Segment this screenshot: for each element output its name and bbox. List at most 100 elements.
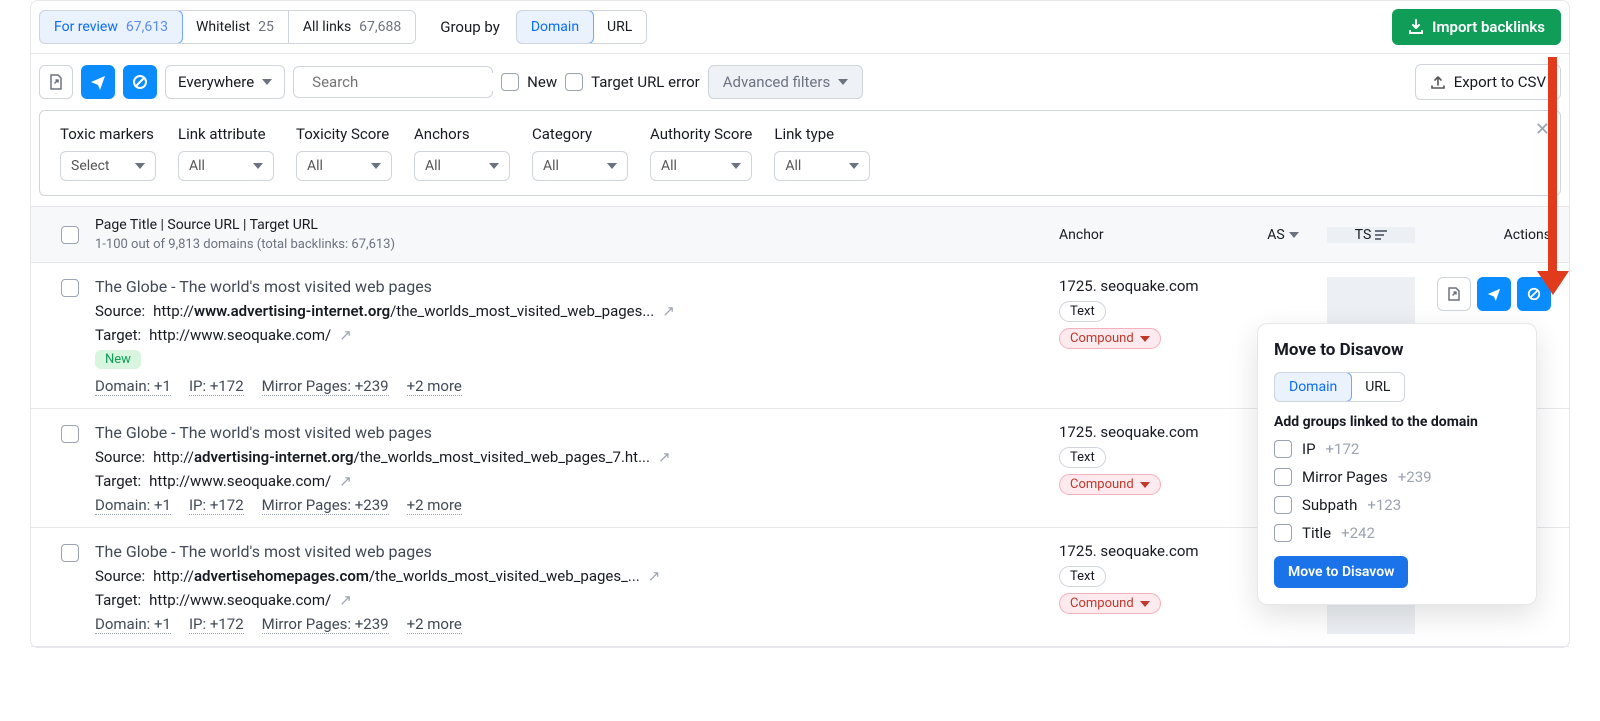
meta-item[interactable]: IP: +172 <box>189 496 244 515</box>
chevron-down-icon <box>489 163 499 169</box>
filters-panel: ✕ Toxic markersSelectLink attributeAllTo… <box>39 110 1561 196</box>
popover-option-label: IP <box>1302 440 1316 458</box>
filter-select[interactable]: All <box>650 151 752 181</box>
row-checkbox[interactable] <box>61 279 79 297</box>
filter-select[interactable]: All <box>532 151 628 181</box>
row-title: The Globe - The world's most visited web… <box>95 542 1059 561</box>
external-link-icon[interactable]: ↗ <box>662 302 675 320</box>
col-as-header[interactable]: AS <box>1239 227 1327 243</box>
filter-value: All <box>189 158 205 174</box>
meta-item[interactable]: Domain: +1 <box>95 496 171 515</box>
open-file-icon <box>1446 286 1462 302</box>
popover-seg-url[interactable]: URL <box>1351 373 1404 401</box>
target-url-error-checkbox[interactable]: Target URL error <box>565 73 700 91</box>
export-csv-button[interactable]: Export to CSV <box>1415 64 1561 100</box>
block-button[interactable] <box>123 65 157 99</box>
target-label: Target: <box>95 326 141 344</box>
anchor-tag-text: Text <box>1059 301 1106 322</box>
filter-value: All <box>543 158 559 174</box>
disavow-popover: Move to Disavow DomainURL Add groups linke… <box>1257 323 1537 605</box>
col-ts-header[interactable]: TS <box>1327 227 1415 243</box>
target-url-error-label: Target URL error <box>591 73 700 91</box>
anchor-text: 1725. seoquake.com <box>1059 423 1231 441</box>
popover-option-count: +242 <box>1341 524 1375 542</box>
anchor-tag-compound[interactable]: Compound <box>1059 328 1161 349</box>
checkbox-icon <box>1274 524 1292 542</box>
external-link-icon[interactable]: ↗ <box>339 472 352 490</box>
meta-item[interactable]: IP: +172 <box>189 377 244 396</box>
anchor-tag-compound[interactable]: Compound <box>1059 474 1161 495</box>
col-actions-header: Actions <box>1504 227 1551 243</box>
scope-dropdown[interactable]: Everywhere <box>165 65 285 99</box>
source-url: http://www.advertising-internet.org/the_… <box>153 302 654 320</box>
tab-label: All links <box>303 19 351 35</box>
import-backlinks-button[interactable]: Import backlinks <box>1392 9 1561 45</box>
filter-select[interactable]: All <box>296 151 392 181</box>
send-button[interactable] <box>81 65 115 99</box>
popover-subtitle: Add groups linked to the domain <box>1274 414 1520 430</box>
group-by-url[interactable]: URL <box>593 11 646 43</box>
chevron-down-icon <box>731 163 741 169</box>
chevron-down-icon <box>838 79 848 85</box>
popover-seg-domain[interactable]: Domain <box>1274 372 1352 402</box>
new-filter-label: New <box>527 73 557 91</box>
meta-item[interactable]: Mirror Pages: +239 <box>262 496 389 515</box>
chevron-down-icon <box>1140 482 1150 488</box>
popover-option-mirror-pages[interactable]: Mirror Pages +239 <box>1274 468 1520 486</box>
open-file-button[interactable] <box>39 65 73 99</box>
external-link-icon[interactable]: ↗ <box>339 591 352 609</box>
advanced-filters-button[interactable]: Advanced filters <box>708 65 863 99</box>
external-link-icon[interactable]: ↗ <box>339 326 352 344</box>
filter-label: Link type <box>774 125 870 143</box>
tab-all-links[interactable]: All links 67,688 <box>289 11 415 43</box>
meta-item[interactable]: Domain: +1 <box>95 377 171 396</box>
filter-select[interactable]: Select <box>60 151 156 181</box>
chevron-down-icon <box>849 163 859 169</box>
row-open-button[interactable] <box>1437 277 1471 311</box>
external-link-icon[interactable]: ↗ <box>648 567 661 585</box>
meta-item[interactable]: Domain: +1 <box>95 615 171 634</box>
move-to-disavow-button[interactable]: Move to Disavow <box>1274 556 1408 588</box>
anchor-tag-compound[interactable]: Compound <box>1059 593 1161 614</box>
select-all-checkbox[interactable] <box>61 226 79 244</box>
meta-item[interactable]: IP: +172 <box>189 615 244 634</box>
source-url: http://advertisehomepages.com/the_worlds… <box>153 567 640 585</box>
meta-item[interactable]: Mirror Pages: +239 <box>262 377 389 396</box>
meta-item[interactable]: +2 more <box>407 615 462 634</box>
row-meta: Domain: +1 IP: +172 Mirror Pages: +239 +2 m… <box>95 615 1059 634</box>
row-send-button[interactable] <box>1477 277 1511 311</box>
meta-item[interactable]: +2 more <box>407 496 462 515</box>
import-backlinks-label: Import backlinks <box>1432 18 1545 36</box>
close-icon[interactable]: ✕ <box>1535 119 1550 140</box>
target-label: Target: <box>95 591 141 609</box>
popover-option-title[interactable]: Title +242 <box>1274 524 1520 542</box>
target-url: http://www.seoquake.com/ <box>149 326 331 344</box>
open-file-icon <box>47 73 65 91</box>
search-field[interactable] <box>293 66 493 98</box>
filter-select[interactable]: All <box>178 151 274 181</box>
popover-option-ip[interactable]: IP +172 <box>1274 440 1520 458</box>
popover-option-subpath[interactable]: Subpath +123 <box>1274 496 1520 514</box>
tab-label: For review <box>54 19 118 35</box>
checkbox-icon <box>1274 496 1292 514</box>
search-input[interactable] <box>312 73 511 91</box>
meta-item[interactable]: Mirror Pages: +239 <box>262 615 389 634</box>
group-by-domain[interactable]: Domain <box>516 10 594 44</box>
row-block-button[interactable] <box>1517 277 1551 311</box>
filter-select[interactable]: All <box>774 151 870 181</box>
filter-anchors: AnchorsAll <box>414 125 510 181</box>
group-by-seg: DomainURL <box>516 10 647 44</box>
tab-whitelist[interactable]: Whitelist 25 <box>182 11 289 43</box>
checkbox-icon <box>1274 440 1292 458</box>
filter-select[interactable]: All <box>414 151 510 181</box>
row-checkbox[interactable] <box>61 544 79 562</box>
meta-item[interactable]: +2 more <box>407 377 462 396</box>
chevron-down-icon <box>1140 336 1150 342</box>
tab-count: 67,688 <box>359 19 401 35</box>
tab-for-review[interactable]: For review 67,613 <box>39 10 183 44</box>
chevron-down-icon <box>607 163 617 169</box>
new-filter-checkbox[interactable]: New <box>501 73 557 91</box>
row-checkbox[interactable] <box>61 425 79 443</box>
external-link-icon[interactable]: ↗ <box>658 448 671 466</box>
chevron-down-icon <box>1140 601 1150 607</box>
